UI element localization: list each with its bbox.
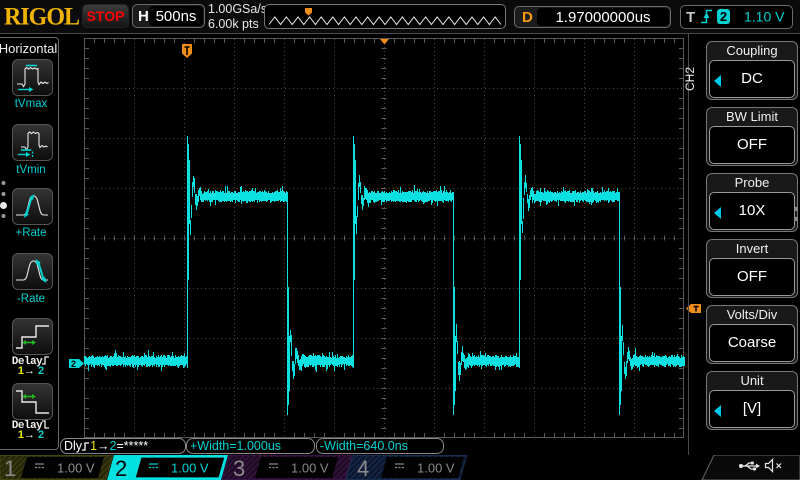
svg-text:1.00 V: 1.00 V <box>57 461 95 476</box>
svg-text:1.00 V: 1.00 V <box>291 461 329 476</box>
svg-text:1.00 V: 1.00 V <box>171 461 209 476</box>
svg-text:2: 2 <box>720 9 727 24</box>
svg-text:4: 4 <box>357 456 369 480</box>
svg-text:1: 1 <box>4 456 16 480</box>
svg-text:3: 3 <box>233 456 245 480</box>
svg-text:2: 2 <box>115 456 127 480</box>
svg-text:1.10 V: 1.10 V <box>744 9 785 25</box>
svg-text:2: 2 <box>71 359 76 369</box>
svg-text:1.00 V: 1.00 V <box>417 461 455 476</box>
